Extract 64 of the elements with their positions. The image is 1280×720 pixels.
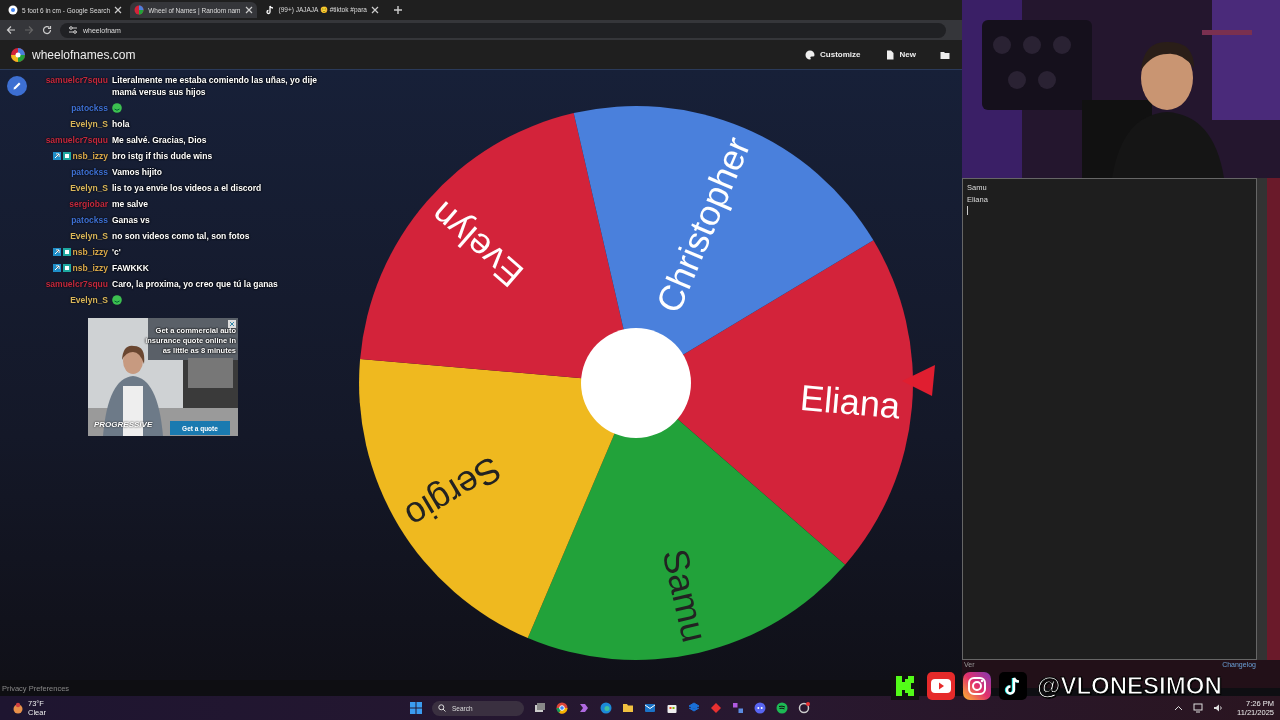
chevron-up-icon[interactable] bbox=[1174, 703, 1184, 713]
chat-message: Ganas vs bbox=[112, 214, 150, 226]
instagram-icon bbox=[963, 672, 991, 700]
ad-info-icon[interactable] bbox=[228, 320, 236, 328]
spotify-icon[interactable] bbox=[776, 702, 788, 714]
header-button[interactable]: New bbox=[876, 49, 924, 60]
chat-message: lis to ya envie los videos a el discord bbox=[112, 182, 262, 194]
mail-icon[interactable] bbox=[644, 702, 656, 714]
new-tab-icon[interactable] bbox=[392, 5, 403, 15]
chat-message: hola bbox=[112, 118, 130, 130]
chat-username[interactable]: Evelyn_S bbox=[70, 118, 108, 130]
social-handle: @VLONESIMON bbox=[1037, 672, 1222, 700]
chat-username[interactable]: Evelyn_S bbox=[70, 230, 108, 242]
task-view-icon[interactable] bbox=[534, 702, 546, 714]
edit-button[interactable] bbox=[7, 76, 27, 96]
chat-message: me salve bbox=[112, 198, 148, 210]
chat-message: 'c' bbox=[112, 246, 121, 258]
chat-message: no son videos como tal, son fotos bbox=[112, 230, 250, 242]
wheel-center[interactable] bbox=[581, 328, 691, 438]
youtube-icon bbox=[927, 672, 955, 700]
weather-icon bbox=[12, 702, 24, 714]
discord-icon[interactable] bbox=[754, 702, 766, 714]
diamond-icon[interactable] bbox=[710, 702, 722, 714]
site-title: wheelofnames.com bbox=[32, 47, 136, 62]
close-icon[interactable] bbox=[244, 6, 253, 14]
chat-username[interactable]: nsb_izzy bbox=[72, 150, 108, 162]
pointer-icon bbox=[902, 365, 935, 396]
chat-message: Vamos hijito bbox=[112, 166, 163, 178]
favicon-icon bbox=[134, 5, 145, 15]
search-icon bbox=[438, 704, 446, 712]
chat-message: Literalmente me estaba comiendo las uñas, yo dije mamá versus sus hijos bbox=[112, 74, 318, 98]
close-icon[interactable] bbox=[114, 6, 123, 14]
app-icon[interactable] bbox=[798, 702, 810, 714]
close-icon[interactable] bbox=[370, 6, 379, 14]
chat-username[interactable]: nsb_izzy bbox=[72, 246, 108, 258]
folder-icon[interactable] bbox=[622, 702, 634, 714]
chat-message: Caro, la proxima, yo creo que tú la ganas bbox=[112, 278, 278, 290]
store-icon[interactable] bbox=[666, 702, 678, 714]
chrome-icon[interactable] bbox=[556, 702, 568, 714]
chat-username[interactable]: Evelyn_S bbox=[70, 294, 108, 306]
wheel-label: Eliana bbox=[798, 376, 902, 427]
header-button[interactable]: Customize bbox=[797, 49, 869, 60]
grid-icon[interactable] bbox=[732, 702, 744, 714]
reload-icon[interactable] bbox=[42, 25, 52, 35]
chat-username[interactable]: patockss bbox=[71, 214, 108, 226]
chat-username[interactable]: Evelyn_S bbox=[70, 182, 108, 194]
chat-message: Me salvé. Gracias, Dios bbox=[112, 134, 207, 146]
tiktok-icon bbox=[999, 672, 1027, 700]
start-icon[interactable] bbox=[410, 702, 422, 714]
favicon-icon bbox=[264, 5, 275, 15]
chat-message: bro istg if this dude wins bbox=[112, 150, 213, 162]
scrollbar[interactable] bbox=[1257, 178, 1280, 660]
favicon-icon bbox=[8, 5, 18, 15]
chat-message: FAWKKK bbox=[112, 262, 149, 274]
site-settings-icon bbox=[68, 25, 78, 35]
network-icon[interactable] bbox=[1193, 703, 1204, 713]
pencil-icon bbox=[12, 81, 22, 91]
document-icon bbox=[884, 49, 895, 60]
back-icon[interactable] bbox=[6, 25, 16, 35]
speaker-icon[interactable] bbox=[1213, 703, 1224, 713]
wheel-label: Samu bbox=[654, 544, 716, 646]
wheel-logo-icon bbox=[10, 46, 26, 63]
palette-icon bbox=[805, 49, 816, 60]
chat-username[interactable]: nsb_izzy bbox=[72, 262, 108, 274]
